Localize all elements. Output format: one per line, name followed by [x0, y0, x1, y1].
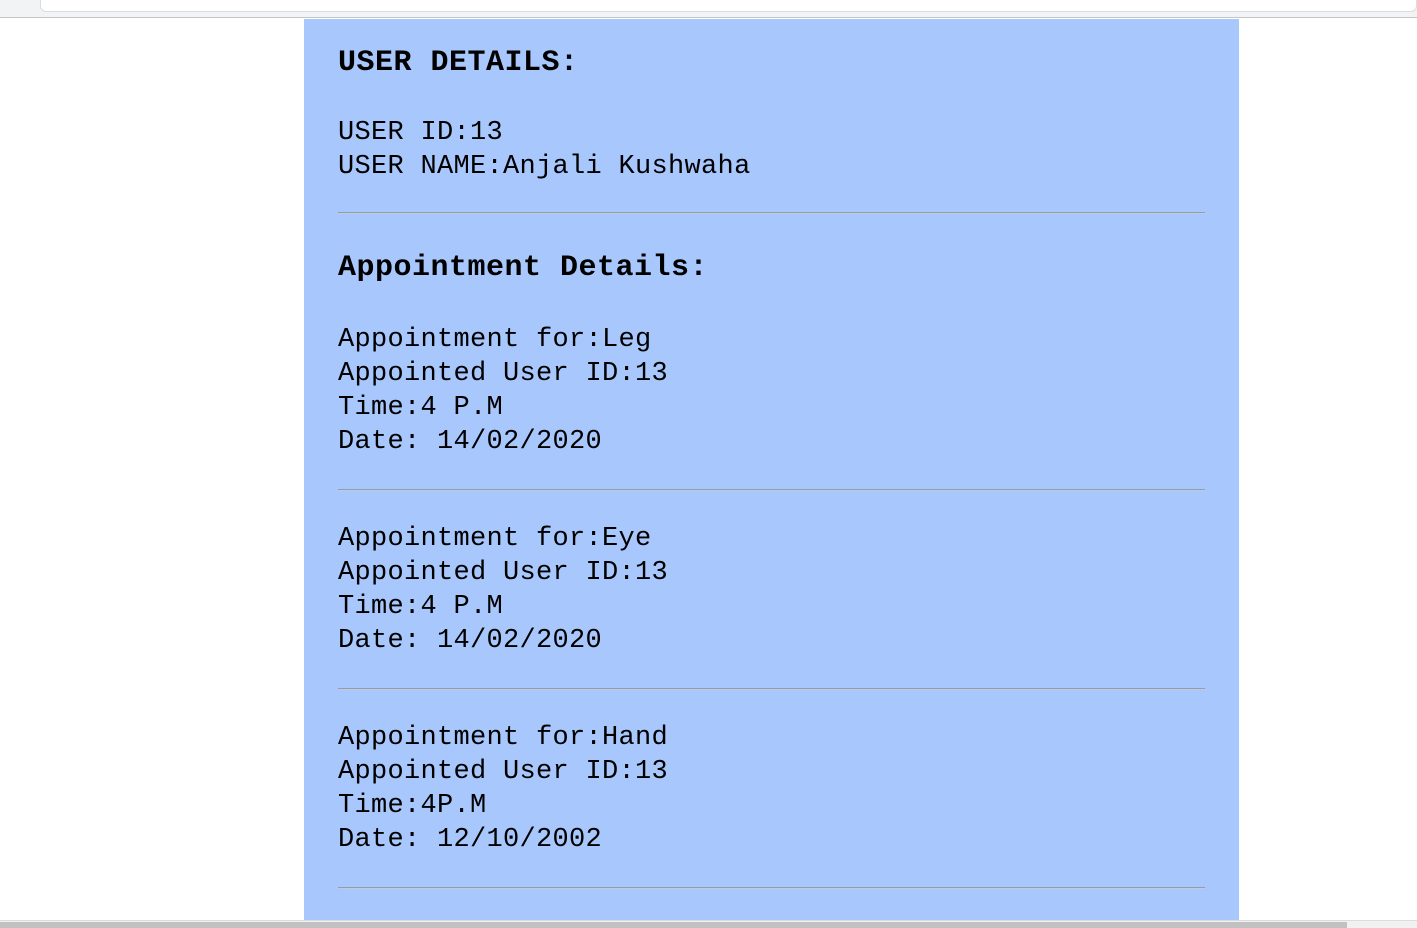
user-info-block: USER ID:13 USER NAME:Anjali Kushwaha	[338, 116, 1205, 184]
address-bar[interactable]	[40, 0, 1417, 12]
divider	[338, 688, 1205, 690]
appointment-date-text: Date: 14/02/2020	[338, 427, 603, 457]
divider	[338, 489, 1205, 491]
appointment-item: Appointment for:Eye Appointed User ID:13…	[338, 522, 1205, 658]
appointment-for-text: Appointment for:Leg	[338, 325, 652, 355]
appointment-item: Appointment for:Hand Appointed User ID:1…	[338, 721, 1205, 857]
appointment-time-text: Time:4 P.M	[338, 393, 504, 423]
horizontal-scrollbar[interactable]	[0, 920, 1417, 928]
appointment-item: Appointment for:Leg Appointed User ID:13…	[338, 323, 1205, 459]
user-id-text: USER ID:13	[338, 118, 504, 148]
divider	[338, 887, 1205, 889]
appointment-details-heading: Appointment Details:	[338, 251, 709, 285]
appointment-time-text: Time:4P.M	[338, 791, 487, 821]
appointment-for-text: Appointment for:Eye	[338, 524, 652, 554]
browser-toolbar	[0, 0, 1417, 18]
appointment-time-text: Time:4 P.M	[338, 592, 504, 622]
user-details-heading: USER DETAILS:	[338, 46, 579, 80]
user-details-panel: USER DETAILS: USER ID:13 USER NAME:Anjal…	[304, 19, 1239, 920]
appointed-user-id-text: Appointed User ID:13	[338, 757, 669, 787]
appointment-for-text: Appointment for:Hand	[338, 723, 669, 753]
appointment-date-text: Date: 14/02/2020	[338, 626, 603, 656]
appointed-user-id-text: Appointed User ID:13	[338, 558, 669, 588]
appointed-user-id-text: Appointed User ID:13	[338, 359, 669, 389]
scrollbar-thumb[interactable]	[0, 922, 1347, 928]
divider	[338, 212, 1205, 214]
appointment-date-text: Date: 12/10/2002	[338, 825, 603, 855]
user-name-text: USER NAME:Anjali Kushwaha	[338, 152, 751, 182]
